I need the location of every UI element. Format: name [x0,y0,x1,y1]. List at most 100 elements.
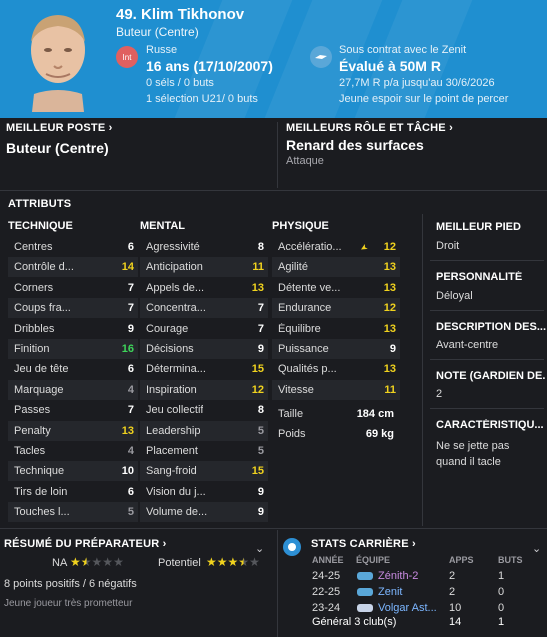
attribute-name: Finition [14,343,50,355]
best-position-panel[interactable]: MEILLEUR POSTE › Buteur (Centre) [6,122,274,188]
physical-attribute-row[interactable]: Équilibre 13 [272,319,400,339]
attribute-value: 12 [383,302,396,315]
physical-attribute-row[interactable]: Détente ve... 13 [272,278,400,298]
attribute-value: 10 [121,465,134,478]
career-total-apps: 14 [449,616,462,628]
weight-value: 69 kg [365,428,394,440]
technical-attribute-row[interactable]: Dribbles 9 [8,319,138,339]
attribute-name: Concentra... [146,302,206,315]
potential-label: Potentiel [158,557,201,569]
physical-attribute-row[interactable]: Puissance 9 [272,339,400,359]
technical-attribute-row[interactable]: Passes 7 [8,400,138,420]
mental-attribute-row[interactable]: Jeu collectif 8 [140,400,268,420]
preferred-foot-label: MEILLEUR PIED [436,221,521,233]
career-stats-title[interactable]: STATS CARRIÈRE [311,538,409,550]
chevron-down-icon[interactable]: ⌄ [255,542,264,555]
height-value: 184 cm [356,408,394,420]
player-status: Jeune espoir sur le point de percer [339,93,509,105]
best-role-panel[interactable]: MEILLEURS RÔLE ET TÂCHE › Renard des sur… [286,122,541,188]
attribute-name: Penalty [14,424,51,437]
mental-attribute-row[interactable]: Placement 5 [140,441,268,461]
attribute-name: Jeu de tête [14,363,69,376]
technical-attribute-row[interactable]: Contrôle d... 14 [8,257,138,278]
attribute-value: 9 [389,343,396,355]
mental-attribute-row[interactable]: Détermina... 15 [140,359,268,379]
physical-attribute-row[interactable]: Vitesse 11 [272,379,400,400]
attribute-name: Jeu collectif [146,404,204,417]
technical-attribute-row[interactable]: Marquage 4 [8,379,138,400]
coach-note: Jeune joueur très prometteur [4,598,133,609]
mental-attribute-row[interactable]: Décisions 9 [140,339,268,359]
career-goals: 0 [498,602,505,614]
attribute-value: 4 [127,445,134,457]
physical-attribute-row[interactable]: Endurance 12 [272,298,400,319]
star-icon: ★ [80,555,92,569]
chevron-down-icon[interactable]: ⌄ [532,542,541,555]
attribute-name: Dribbles [14,322,55,335]
mental-attribute-row[interactable]: Appels de... 13 [140,278,268,298]
chevron-right-icon: › [449,122,453,134]
chevron-right-icon: › [162,538,167,550]
career-team-link[interactable]: Zénith-2 [378,570,418,582]
best-role-label[interactable]: MEILLEURS RÔLE ET TÂCHE [286,122,446,134]
attribute-name: Accélératio... [278,241,342,253]
physical-attribute-row[interactable]: Qualités p... 13 [272,359,400,379]
attribute-name: Contrôle d... [14,261,74,274]
mental-attribute-row[interactable]: Courage 7 [140,319,268,339]
contract-status: Sous contrat avec le Zenit [339,44,467,56]
technical-attribute-row[interactable]: Penalty 13 [8,420,138,441]
u21-caps: 1 sélection U21/ 0 buts [146,93,258,105]
technical-attribute-row[interactable]: Jeu de tête 6 [8,359,138,379]
career-team-link[interactable]: Zenit [378,586,402,598]
attribute-name: Corners [14,281,54,294]
attribute-name: Touches l... [14,506,70,519]
attribute-name: Vision du j... [146,485,206,498]
club-badge-icon[interactable] [310,46,332,68]
career-year: 24-25 [312,570,341,582]
mental-attribute-row[interactable]: Agressivité 8 [140,237,268,257]
col-goals: BUTS [498,555,523,565]
attribute-value: 8 [257,241,264,253]
mental-title: MENTAL [140,220,186,232]
mental-attribute-row[interactable]: Volume de... 9 [140,502,268,523]
technical-attribute-row[interactable]: Centres 6 [8,237,138,257]
nationality-flag-icon[interactable]: Int [116,46,138,68]
physical-attribute-row[interactable]: Accélératio... 12 ➤ [272,237,400,257]
physical-title: PHYSIQUE [272,220,329,232]
attribute-name: Équilibre [278,322,321,335]
personality-value: Déloyal [436,290,473,302]
technical-attribute-row[interactable]: Coups fra... 7 [8,298,138,319]
technical-attribute-row[interactable]: Tirs de loin 6 [8,482,138,502]
best-position-value: Buteur (Centre) [6,140,109,156]
coach-summary-title[interactable]: RÉSUMÉ DU PRÉPARATEUR [4,538,159,550]
career-team-link[interactable]: Volgar Ast... [378,602,437,614]
weight-label: Poids [278,428,306,440]
traits-line-1: Ne se jette pas [436,440,510,452]
attribute-value: 7 [127,281,134,294]
goalkeeper-rating-label: NOTE (GARDIEN DE... [436,370,546,382]
attribute-name: Leadership [146,424,201,437]
attribute-value: 6 [127,485,134,498]
technical-attribute-row[interactable]: Technique 10 [8,461,138,482]
best-position-label[interactable]: MEILLEUR POSTE [6,122,105,134]
attribute-name: Tirs de loin [14,485,68,498]
mental-attribute-row[interactable]: Sang-froid 15 [140,461,268,482]
mental-attribute-row[interactable]: Concentra... 7 [140,298,268,319]
physical-attribute-row[interactable]: Agilité 13 [272,257,400,278]
attribute-value: 6 [127,241,134,253]
attribute-value: 9 [257,506,264,519]
technical-attribute-row[interactable]: Touches l... 5 [8,502,138,523]
chevron-right-icon: › [108,122,113,134]
technical-attribute-row[interactable]: Corners 7 [8,278,138,298]
star-icon: ★ [238,555,250,569]
personality-label: PERSONNALITÉ [436,271,523,283]
mental-attribute-row[interactable]: Anticipation 11 [140,257,268,278]
mental-attribute-row[interactable]: Vision du j... 9 [140,482,268,502]
mental-attribute-row[interactable]: Leadership 5 [140,420,268,441]
technical-attribute-row[interactable]: Tacles 4 [8,441,138,461]
attribute-value: 13 [383,322,396,335]
attribute-name: Coups fra... [14,302,71,315]
mental-attribute-row[interactable]: Inspiration 12 [140,379,268,400]
technical-attribute-row[interactable]: Finition 16 [8,339,138,359]
attribute-value: 9 [257,343,264,355]
